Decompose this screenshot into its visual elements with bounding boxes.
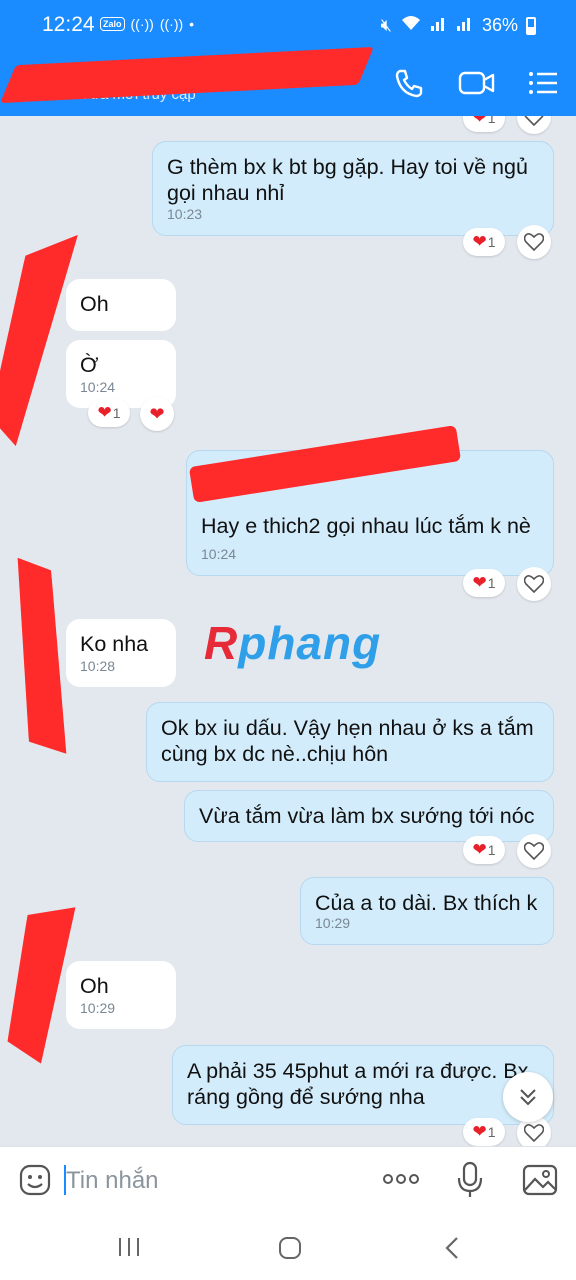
video-call-icon[interactable] bbox=[457, 66, 497, 100]
wifi-icon bbox=[400, 14, 422, 37]
scroll-to-bottom-button[interactable] bbox=[503, 1072, 553, 1122]
battery-percent: 36% bbox=[481, 15, 518, 35]
home-button[interactable] bbox=[278, 1236, 302, 1265]
redaction-mark bbox=[0, 224, 78, 449]
message-bubble-outgoing[interactable]: Vừa tắm vừa làm bx sướng tới nóc bbox=[184, 790, 554, 842]
message-time: 10:29 bbox=[315, 915, 351, 931]
recent-apps-button[interactable] bbox=[117, 1236, 141, 1263]
watermark-logo: Rphang bbox=[204, 617, 382, 669]
heart-react-button[interactable]: ❤ bbox=[140, 397, 174, 431]
message-time: 10:24 bbox=[201, 546, 237, 562]
message-input-bar: Tin nhắn bbox=[0, 1146, 576, 1214]
sticker-icon[interactable] bbox=[18, 1163, 52, 1202]
message-text: Oh bbox=[80, 292, 109, 316]
image-icon[interactable] bbox=[522, 1163, 558, 1202]
message-text: A phải 35 45phut a mới ra được. Bx ráng … bbox=[187, 1059, 529, 1109]
menu-icon[interactable] bbox=[526, 66, 560, 100]
message-bubble-outgoing[interactable]: Ok bx iu dấu. Vậy hẹn nhau ở ks a tắm cù… bbox=[146, 702, 554, 782]
mute-icon: 🔇︎ bbox=[380, 15, 392, 35]
message-text: Ok bx iu dấu. Vậy hẹn nhau ở ks a tắm cù… bbox=[161, 716, 534, 766]
like-button[interactable] bbox=[517, 834, 551, 868]
reaction-badge[interactable]: ❤ 1 bbox=[463, 228, 505, 256]
message-bubble-outgoing[interactable]: Của a to dài. Bx thích k 10:29 bbox=[300, 877, 554, 945]
message-text: Vừa tắm vừa làm bx sướng tới nóc bbox=[199, 804, 535, 828]
status-bar: 12:24 Zalo ((·)) ((·)) • 🔇︎ 36% bbox=[0, 0, 576, 48]
chat-header: Vừa mới truy cập bbox=[0, 46, 576, 116]
chevron-double-down-icon bbox=[520, 1089, 536, 1106]
heart-icon: ❤ bbox=[97, 403, 112, 422]
reaction-badge[interactable]: ❤ 1 bbox=[463, 836, 505, 864]
message-time: 10:28 bbox=[80, 658, 116, 674]
signal-icon-2 bbox=[456, 14, 474, 37]
dot-icon: • bbox=[189, 16, 195, 32]
message-bubble-incoming[interactable]: Ko nha 10:28 bbox=[66, 619, 176, 687]
message-bubble-outgoing[interactable]: A phải 35 45phut a mới ra được. Bx ráng … bbox=[172, 1045, 554, 1125]
message-time: 10:24 bbox=[80, 379, 116, 395]
message-text: Hay e thich2 gọi nhau lúc tắm k nè bbox=[201, 514, 531, 538]
like-button[interactable] bbox=[517, 567, 551, 601]
system-nav-bar bbox=[0, 1214, 576, 1280]
microphone-icon[interactable] bbox=[456, 1161, 484, 1204]
signal-icon bbox=[430, 14, 448, 37]
redaction-mark bbox=[2, 899, 75, 1065]
heart-icon: ❤ bbox=[472, 1122, 487, 1141]
like-button[interactable] bbox=[517, 225, 551, 259]
message-bubble-incoming[interactable]: Oh bbox=[66, 279, 176, 331]
heart-icon: ❤ bbox=[472, 840, 487, 859]
message-bubble-incoming[interactable]: Oh 10:29 bbox=[66, 961, 176, 1029]
hotspot-icon-2: ((·)) bbox=[159, 16, 184, 32]
phone-icon[interactable] bbox=[392, 66, 426, 100]
heart-icon: ❤ bbox=[472, 573, 487, 592]
message-bubble-outgoing[interactable]: G thèm bx k bt bg gặp. Hay toi về ngủ gọ… bbox=[152, 141, 554, 236]
like-button[interactable] bbox=[517, 116, 551, 134]
battery-icon bbox=[526, 16, 536, 35]
status-left-icons: Zalo ((·)) ((·)) • bbox=[100, 16, 194, 32]
message-text: G thèm bx k bt bg gặp. Hay toi về ngủ gọ… bbox=[167, 155, 528, 205]
hotspot-icon: ((·)) bbox=[130, 16, 154, 32]
reaction-badge[interactable]: ❤ 1 bbox=[463, 1118, 505, 1146]
message-input[interactable]: Tin nhắn bbox=[66, 1167, 159, 1195]
message-time: 10:23 bbox=[167, 206, 203, 222]
heart-icon: ❤ bbox=[472, 232, 487, 251]
back-button[interactable] bbox=[442, 1236, 462, 1265]
reaction-badge[interactable]: ❤ 1 bbox=[463, 569, 505, 597]
reaction-badge[interactable]: ❤ 1 bbox=[88, 399, 130, 427]
message-time: 10:29 bbox=[80, 1000, 116, 1016]
zalo-badge: Zalo bbox=[100, 17, 125, 31]
more-options-icon[interactable] bbox=[382, 1169, 420, 1194]
status-time: 12:24 bbox=[42, 13, 95, 36]
redaction-mark bbox=[10, 554, 71, 757]
status-right-icons: 🔇︎ 36% bbox=[381, 14, 536, 37]
reaction-badge[interactable]: ❤ 1 bbox=[463, 116, 505, 132]
message-list[interactable]: ❤ 1 G thèm bx k bt bg gặp. Hay toi về ngủ… bbox=[0, 116, 576, 1146]
